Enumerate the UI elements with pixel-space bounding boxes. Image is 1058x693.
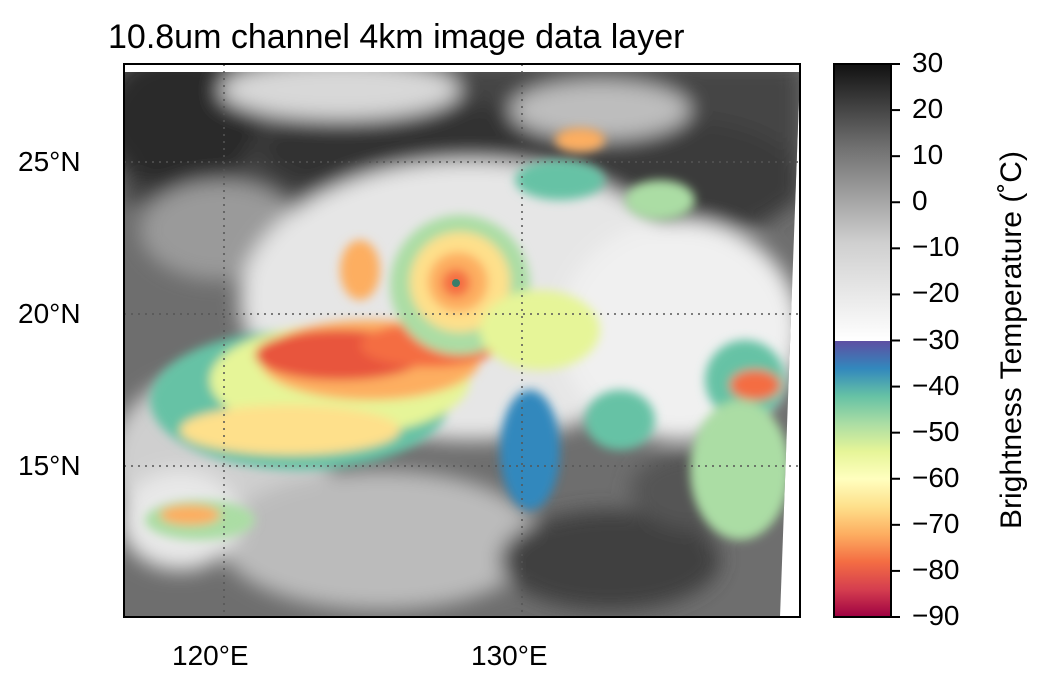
colorbar-tick-label: −50	[912, 415, 960, 447]
colorbar-tick-label: −30	[912, 323, 960, 355]
colorbar-tick-label: 20	[912, 93, 944, 125]
colorbar-tick-label: −10	[912, 231, 960, 263]
colorbar-tick-label: −70	[912, 507, 960, 539]
colorbar-tick-label: −90	[912, 600, 960, 631]
colorbar-tick-label: 0	[912, 185, 928, 217]
colorbar	[833, 63, 900, 618]
lon-label-120: 120°E	[172, 640, 249, 671]
colorbar-tick-label: −40	[912, 369, 960, 401]
colorbar-tick-label: −20	[912, 277, 960, 309]
lat-label-25: 25°N	[18, 146, 81, 177]
map-figure	[123, 63, 900, 618]
colorbar-tick-label: 30	[912, 47, 944, 78]
lat-label-20: 20°N	[18, 298, 81, 329]
colorbar-label: Brightness Temperature (˚C)	[995, 151, 1028, 529]
lon-label-130: 130°E	[471, 640, 548, 671]
colorbar-tick-label: −80	[912, 553, 960, 585]
colorbar-tick-label: −60	[912, 461, 960, 493]
colorbar-tick-label: 10	[912, 139, 944, 171]
satellite-image	[124, 64, 800, 617]
lat-label-15: 15°N	[18, 450, 81, 481]
